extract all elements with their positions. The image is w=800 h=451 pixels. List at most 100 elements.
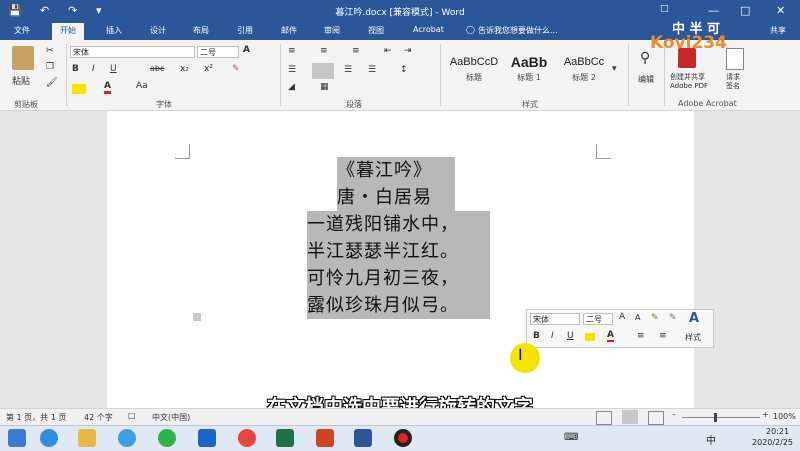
tab-home[interactable]: 开始 [52,23,84,40]
text-effects-icon[interactable]: ✎ [232,64,240,74]
request-signature-icon[interactable] [726,48,744,70]
tab-mailings[interactable]: 邮件 [281,25,297,36]
find-icon[interactable]: ⚲ [640,50,650,66]
tab-design[interactable]: 设计 [150,25,166,36]
cloud-drive-icon[interactable] [118,429,136,447]
increase-indent-icon[interactable]: ⇥ [404,46,412,56]
mini-bold-button[interactable]: B [533,331,540,341]
language[interactable]: 中文(中国) [152,412,190,423]
excel-icon[interactable] [276,429,294,447]
file-explorer-icon[interactable] [78,429,96,447]
mini-bullets-icon[interactable]: ≡ [637,331,645,341]
tab-acrobat[interactable]: Acrobat [413,25,444,34]
change-case-button[interactable]: Aa [136,81,148,91]
mini-styles-a-icon[interactable]: A [689,311,699,326]
mini-highlight-icon[interactable] [585,333,595,341]
start-icon[interactable] [8,429,26,447]
line-spacing-icon[interactable]: ↕ [400,65,408,75]
editing-button[interactable]: 编辑 [638,74,654,85]
zoom-in-icon[interactable]: + [762,410,769,419]
wps-icon[interactable] [198,429,216,447]
font-color-icon[interactable]: A [104,81,111,94]
paste-icon[interactable] [12,46,34,70]
mini-font-color-icon[interactable]: A [607,330,614,342]
align-center-icon[interactable] [312,63,334,79]
highlight-color-icon[interactable] [72,84,86,94]
underline-button[interactable]: U [110,64,117,74]
bold-button[interactable]: B [72,64,79,74]
close-icon[interactable]: ✕ [776,4,785,17]
bullets-icon[interactable]: ≡ [288,46,296,56]
chrome-icon[interactable] [238,429,256,447]
browser-360-icon[interactable] [158,429,176,447]
style-title[interactable]: AaBbCcD 标题 [448,46,500,90]
borders-icon[interactable]: ▦ [320,82,329,92]
clock-date[interactable]: 2020/2/25 [752,438,793,447]
mini-numbering-icon[interactable]: ≡ [659,331,667,341]
styles-more-icon[interactable]: ▾ [612,64,617,74]
ribbon-display-icon[interactable]: □ [660,4,669,14]
mini-font-name-combo[interactable]: 宋体 [530,313,580,325]
font-name-combo[interactable]: 宋体 [70,46,195,58]
strikethrough-button[interactable]: abc [150,64,164,73]
request-signature-button[interactable]: 请求 签名 [726,73,740,91]
zoom-slider[interactable] [682,417,760,418]
mini-underline-button[interactable]: U [567,331,574,341]
format-painter-icon[interactable]: 🖌 [46,78,57,88]
zoom-slider-thumb[interactable] [714,413,717,422]
ie-icon[interactable] [40,429,58,447]
word-icon[interactable] [354,429,372,447]
mini-shrink-font-icon[interactable]: A [635,313,640,322]
mini-font-size-combo[interactable]: 二号 [583,313,613,325]
tab-file[interactable]: 文件 [14,25,30,36]
multilevel-list-icon[interactable]: ≡ [352,46,360,56]
minimize-icon[interactable]: — [708,4,719,17]
justify-icon[interactable]: ☰ [368,65,376,75]
tab-insert[interactable]: 插入 [106,25,122,36]
clock-time[interactable]: 20:21 [766,427,789,436]
read-mode-icon[interactable] [596,411,612,425]
poem-line[interactable]: 唐・白居易 [337,184,455,211]
poem-line[interactable]: 半江瑟瑟半江红。 [307,238,490,265]
maximize-icon[interactable]: □ [740,4,750,17]
mini-styles-icon[interactable]: ✎ [669,313,677,323]
subscript-button[interactable]: x₂ [180,64,189,74]
word-count[interactable]: 42 个字 [84,412,113,423]
poem-line[interactable]: 可怜九月初三夜， [307,265,490,292]
tab-references[interactable]: 引用 [237,25,253,36]
cut-icon[interactable]: ✂ [46,46,54,56]
style-heading-2[interactable]: AaBbCc 标题 2 [558,46,610,90]
zoom-level[interactable]: 100% [773,412,796,421]
ime-indicator[interactable]: 中 [706,432,716,447]
poem-line[interactable]: 露似珍珠月似弓。 [307,292,490,319]
print-layout-icon[interactable] [622,410,638,424]
create-share-pdf-button[interactable]: 创建并共享 Adobe PDF [670,73,708,91]
copy-icon[interactable]: ❐ [46,62,54,72]
tell-me-input[interactable]: 告诉我您想要做什么... [478,25,558,36]
superscript-button[interactable]: x² [204,64,213,74]
poem-line[interactable]: 一道残阳铺水中， [307,211,490,238]
zoom-out-icon[interactable]: – [672,410,676,419]
tab-view[interactable]: 视图 [368,25,384,36]
proofing-icon[interactable]: □ [128,411,136,420]
paste-button[interactable]: 粘贴 [12,74,30,87]
font-size-combo[interactable]: 二号 [197,46,239,58]
tab-review[interactable]: 审阅 [324,25,340,36]
mini-styles-button[interactable]: 样式 [685,332,701,343]
style-heading-1[interactable]: AaBb 标题 1 [503,46,555,90]
shading-icon[interactable]: ◢ [288,82,295,92]
poem-line[interactable]: 《暮江吟》 [337,157,455,184]
mini-painter-icon[interactable]: ✎ [651,313,659,323]
grow-font-button[interactable]: A [243,45,250,55]
powerpoint-icon[interactable] [316,429,334,447]
align-left-icon[interactable]: ☰ [288,65,296,75]
mini-italic-button[interactable]: I [551,331,554,341]
align-right-icon[interactable]: ☰ [344,65,352,75]
italic-button[interactable]: I [92,64,95,74]
keyboard-icon[interactable]: ⌨ [564,432,578,443]
decrease-indent-icon[interactable]: ⇤ [384,46,392,56]
tab-layout[interactable]: 布局 [193,25,209,36]
mini-grow-font-icon[interactable]: A [619,312,625,322]
numbering-icon[interactable]: ≡ [320,46,328,56]
page-count[interactable]: 第 1 页，共 1 页 [6,412,66,423]
